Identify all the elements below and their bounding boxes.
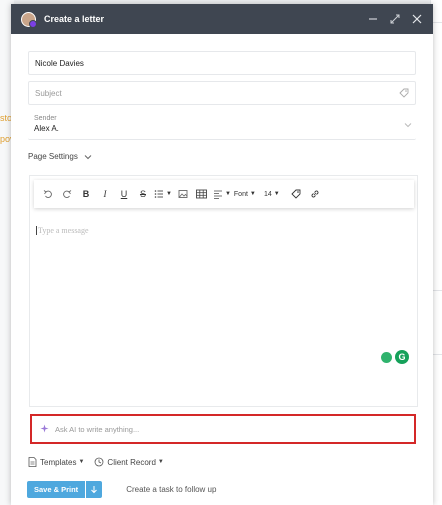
image-icon[interactable] [175, 186, 191, 202]
font-size-label: 14 [264, 190, 272, 198]
save-print-button[interactable]: Save & Print [27, 481, 86, 498]
caret-down-icon: ▼ [249, 191, 256, 197]
sender-value: Alex A. [34, 124, 59, 133]
align-left-icon [213, 190, 222, 199]
editor-toolbar: B I U S ▼ ▼ Font ▼ 14 ▼ [34, 180, 414, 208]
tag-icon[interactable] [288, 186, 304, 202]
page-settings-toggle[interactable]: Page Settings [28, 152, 416, 161]
dialog-title: Create a letter [44, 14, 105, 24]
footer-tools: Templates ▼ Client Record ▼ [28, 457, 174, 467]
font-dropdown[interactable]: Font ▼ [234, 186, 256, 202]
sparkle-icon [40, 423, 49, 435]
page-settings-label: Page Settings [28, 152, 78, 161]
caret-down-icon: ▼ [224, 191, 231, 197]
italic-button[interactable]: I [97, 186, 113, 202]
minimize-icon[interactable] [365, 11, 381, 27]
bold-button[interactable]: B [78, 186, 94, 202]
arrow-down-icon [91, 486, 98, 494]
sender-label: Sender [34, 115, 57, 122]
lightbulb-icon[interactable] [381, 351, 392, 363]
bullet-list-button[interactable]: ▼ [154, 186, 172, 202]
caret-down-icon: ▼ [166, 191, 172, 197]
font-size-dropdown[interactable]: 14 ▼ [264, 186, 280, 202]
ask-ai-placeholder: Ask AI to write anything... [55, 424, 140, 434]
subject-placeholder: Subject [35, 88, 62, 98]
grammarly-icon[interactable]: G [395, 350, 409, 364]
create-letter-dialog: Create a letter Nicole Davies Subject Se… [11, 4, 433, 505]
ask-ai-input[interactable]: Ask AI to write anything... [30, 414, 416, 444]
list-icon [154, 190, 163, 198]
chevron-down-icon [404, 123, 412, 128]
undo-icon[interactable] [40, 186, 56, 202]
caret-down-icon: ▼ [78, 459, 85, 465]
strikethrough-button[interactable]: S [135, 186, 151, 202]
font-label: Font [233, 190, 248, 198]
subject-field[interactable]: Subject [28, 81, 416, 105]
link-icon[interactable] [307, 186, 323, 202]
align-button[interactable]: ▼ [213, 186, 231, 202]
caret-down-icon: ▼ [273, 191, 280, 197]
footer-actions: Save & Print Create a task to follow up [27, 481, 216, 498]
client-record-dropdown[interactable]: Client Record ▼ [94, 457, 164, 467]
recipient-field[interactable]: Nicole Davies [28, 51, 416, 75]
dialog-titlebar: Create a letter [11, 4, 433, 34]
chevron-down-icon [84, 154, 92, 159]
client-record-label: Client Record [107, 457, 156, 467]
message-editor[interactable]: B I U S ▼ ▼ Font ▼ 14 ▼ Type a message G [29, 175, 418, 407]
save-options-button[interactable] [85, 481, 103, 498]
message-placeholder: Type a message [36, 226, 89, 235]
avatar [21, 11, 37, 28]
follow-up-task-link[interactable]: Create a task to follow up [126, 485, 216, 494]
underline-button[interactable]: U [116, 186, 132, 202]
editor-assistant-icons: G [381, 350, 409, 364]
caret-down-icon: ▼ [157, 459, 164, 465]
templates-label: Templates [40, 457, 77, 467]
history-icon [95, 457, 104, 467]
document-icon [28, 457, 37, 467]
sender-select[interactable]: Sender Alex A. [28, 109, 416, 140]
templates-dropdown[interactable]: Templates ▼ [28, 457, 84, 467]
close-icon[interactable] [409, 11, 425, 27]
table-icon[interactable] [194, 186, 210, 202]
tag-icon [399, 88, 409, 98]
expand-icon[interactable] [387, 11, 403, 27]
recipient-value: Nicole Davies [35, 58, 84, 68]
redo-icon[interactable] [59, 186, 75, 202]
